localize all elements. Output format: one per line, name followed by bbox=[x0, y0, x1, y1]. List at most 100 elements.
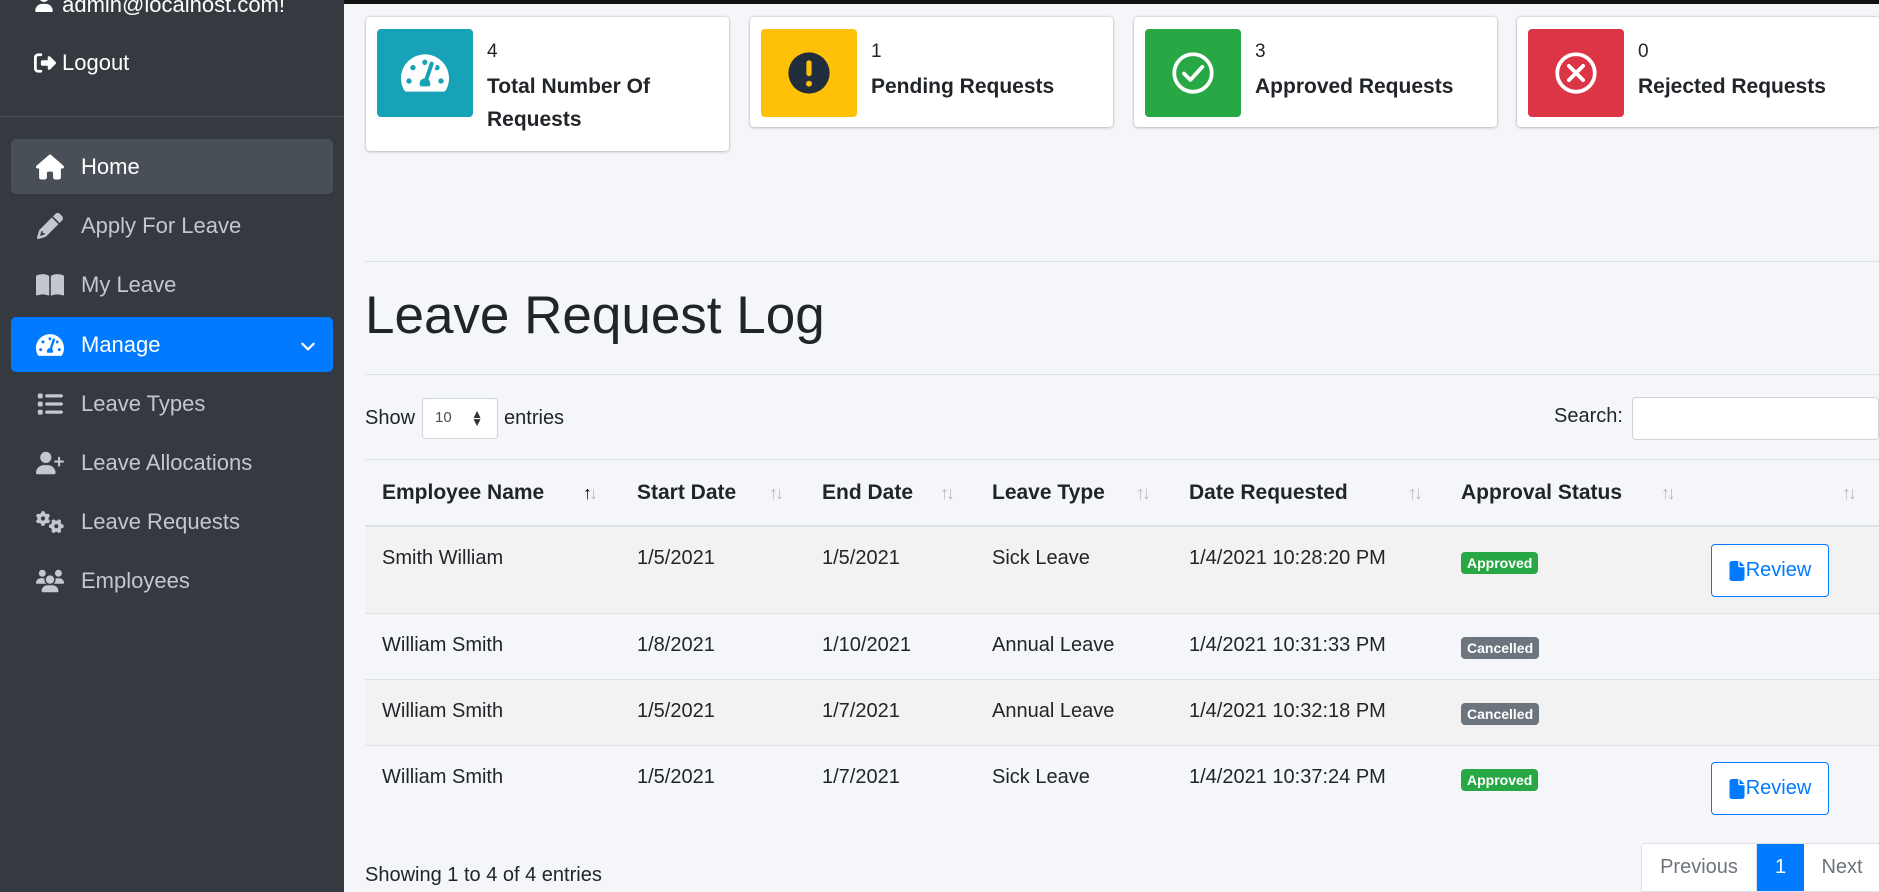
column-header-approval-status[interactable]: Approval Status bbox=[1461, 481, 1622, 505]
stat-card-total: 4 Total Number Of Requests bbox=[366, 17, 729, 151]
list-icon bbox=[35, 391, 65, 417]
cell-end-date: 1/5/2021 bbox=[822, 547, 900, 569]
stat-value: 0 bbox=[1638, 41, 1649, 62]
tachometer-icon bbox=[377, 29, 473, 117]
sidebar-item-label: Home bbox=[81, 153, 140, 179]
column-header-start-date[interactable]: Start Date bbox=[637, 481, 736, 505]
file-icon bbox=[1729, 560, 1745, 581]
stat-card-approved: 3 Approved Requests bbox=[1134, 17, 1497, 127]
sidebar-item-label: Leave Requests bbox=[81, 508, 240, 534]
table-row: Smith William 1/5/2021 1/5/2021 Sick Lea… bbox=[365, 527, 1879, 614]
logout-link[interactable]: Logout bbox=[34, 50, 129, 76]
stat-label: Rejected Requests bbox=[1638, 75, 1826, 98]
sidebar-divider bbox=[0, 116, 344, 117]
pagination-previous[interactable]: Previous bbox=[1642, 844, 1757, 891]
stat-value: 4 bbox=[487, 41, 498, 62]
cell-end-date: 1/7/2021 bbox=[822, 766, 900, 788]
stat-card-rejected: 0 Rejected Requests bbox=[1517, 17, 1879, 127]
column-header-end-date[interactable]: End Date bbox=[822, 481, 913, 505]
cell-date-requested: 1/4/2021 10:31:33 PM bbox=[1189, 634, 1386, 656]
cogs-icon bbox=[35, 509, 65, 535]
table-row: William Smith 1/5/2021 1/7/2021 Sick Lea… bbox=[365, 746, 1879, 836]
cell-employee-name: William Smith bbox=[382, 700, 504, 722]
sort-icon: ↑↓ bbox=[769, 483, 784, 503]
sidebar-item-leave-types[interactable]: Leave Types bbox=[11, 376, 333, 431]
entries-select[interactable]: 10 ▲ ▼ bbox=[422, 398, 499, 439]
sidebar-item-leave-requests[interactable]: Leave Requests bbox=[11, 494, 333, 549]
divider bbox=[365, 374, 1879, 375]
pagination-next[interactable]: Next bbox=[1804, 844, 1879, 891]
cell-date-requested: 1/4/2021 10:28:20 PM bbox=[1189, 547, 1386, 569]
times-circle-icon bbox=[1528, 29, 1624, 117]
search-label: Search: bbox=[1554, 405, 1623, 427]
user-plus-icon bbox=[35, 450, 65, 476]
status-badge: Approved bbox=[1461, 769, 1539, 791]
cell-end-date: 1/7/2021 bbox=[822, 700, 900, 722]
users-icon bbox=[35, 568, 65, 594]
cell-leave-type: Sick Leave bbox=[992, 766, 1090, 788]
review-button[interactable]: Review bbox=[1711, 544, 1829, 597]
pagination-page-1[interactable]: 1 bbox=[1757, 844, 1804, 891]
stat-card-pending: 1 Pending Requests bbox=[750, 17, 1113, 127]
sort-icon: ↑↓ bbox=[1842, 483, 1857, 503]
review-label: Review bbox=[1745, 777, 1812, 799]
sidebar-item-label: My Leave bbox=[81, 271, 177, 297]
leave-request-table: Employee Name ↑↓ Start Date ↑↓ End Date … bbox=[365, 459, 1879, 836]
review-button[interactable]: Review bbox=[1711, 762, 1829, 815]
table-row: William Smith 1/5/2021 1/7/2021 Annual L… bbox=[365, 680, 1879, 746]
sidebar-item-manage[interactable]: Manage bbox=[11, 317, 333, 372]
book-icon bbox=[35, 272, 65, 298]
cell-employee-name: William Smith bbox=[382, 766, 504, 788]
cell-start-date: 1/5/2021 bbox=[637, 547, 715, 569]
table-info: Showing 1 to 4 of 4 entries bbox=[365, 864, 602, 886]
divider bbox=[365, 261, 1879, 262]
search-input[interactable] bbox=[1632, 397, 1879, 440]
sidebar-item-my-leave[interactable]: My Leave bbox=[11, 257, 333, 312]
sidebar-item-home[interactable]: Home bbox=[11, 139, 333, 194]
user-email-link[interactable]: admin@localhost.com! bbox=[34, 0, 285, 18]
table-header: Employee Name ↑↓ Start Date ↑↓ End Date … bbox=[365, 459, 1879, 527]
sort-icon: ↑↓ bbox=[940, 483, 955, 503]
stat-label: Pending Requests bbox=[871, 75, 1055, 98]
pagination: Previous 1 Next bbox=[1641, 843, 1879, 892]
exclamation-circle-icon bbox=[761, 29, 857, 117]
file-icon bbox=[1729, 778, 1745, 799]
sidebar-item-label: Employees bbox=[81, 567, 190, 593]
entries-select-value: 10 bbox=[435, 409, 452, 426]
sort-caret-icon: ▲ ▼ bbox=[471, 407, 484, 429]
entries-length-control: Show 10 ▲ ▼ entries bbox=[365, 398, 564, 439]
stat-label: Approved Requests bbox=[1255, 75, 1454, 98]
pencil-icon bbox=[35, 212, 65, 239]
column-header-employee-name[interactable]: Employee Name bbox=[382, 481, 544, 505]
cell-date-requested: 1/4/2021 10:32:18 PM bbox=[1189, 700, 1386, 722]
tachometer-icon bbox=[35, 332, 65, 358]
sidebar: admin@localhost.com! Logout Home Apply F… bbox=[0, 0, 344, 892]
sidebar-item-label: Apply For Leave bbox=[81, 212, 242, 238]
sidebar-item-apply-for-leave[interactable]: Apply For Leave bbox=[11, 198, 333, 253]
sidebar-item-leave-allocations[interactable]: Leave Allocations bbox=[11, 435, 333, 490]
sidebar-item-label: Leave Types bbox=[81, 390, 206, 416]
cell-end-date: 1/10/2021 bbox=[822, 634, 911, 656]
cell-date-requested: 1/4/2021 10:37:24 PM bbox=[1189, 766, 1386, 788]
home-icon bbox=[35, 154, 65, 180]
show-label: Show bbox=[365, 407, 416, 429]
stat-value: 3 bbox=[1255, 41, 1266, 62]
cell-leave-type: Annual Leave bbox=[992, 634, 1115, 656]
cell-employee-name: Smith William bbox=[382, 547, 504, 569]
cell-leave-type: Sick Leave bbox=[992, 547, 1090, 569]
column-header-date-requested[interactable]: Date Requested bbox=[1189, 481, 1348, 505]
logout-label: Logout bbox=[62, 50, 130, 75]
cell-employee-name: William Smith bbox=[382, 634, 504, 656]
table-row: William Smith 1/8/2021 1/10/2021 Annual … bbox=[365, 614, 1879, 680]
cell-start-date: 1/8/2021 bbox=[637, 634, 715, 656]
status-badge: Approved bbox=[1461, 552, 1539, 574]
sort-icon: ↑↓ bbox=[1136, 483, 1151, 503]
chevron-down-icon bbox=[299, 335, 317, 353]
user-icon bbox=[34, 0, 56, 18]
cell-leave-type: Annual Leave bbox=[992, 700, 1115, 722]
sort-icon: ↑↓ bbox=[1408, 483, 1423, 503]
status-badge: Cancelled bbox=[1461, 703, 1540, 725]
sort-asc-icon: ↑↓ bbox=[583, 483, 598, 503]
column-header-leave-type[interactable]: Leave Type bbox=[992, 481, 1105, 505]
sidebar-item-employees[interactable]: Employees bbox=[11, 553, 333, 608]
